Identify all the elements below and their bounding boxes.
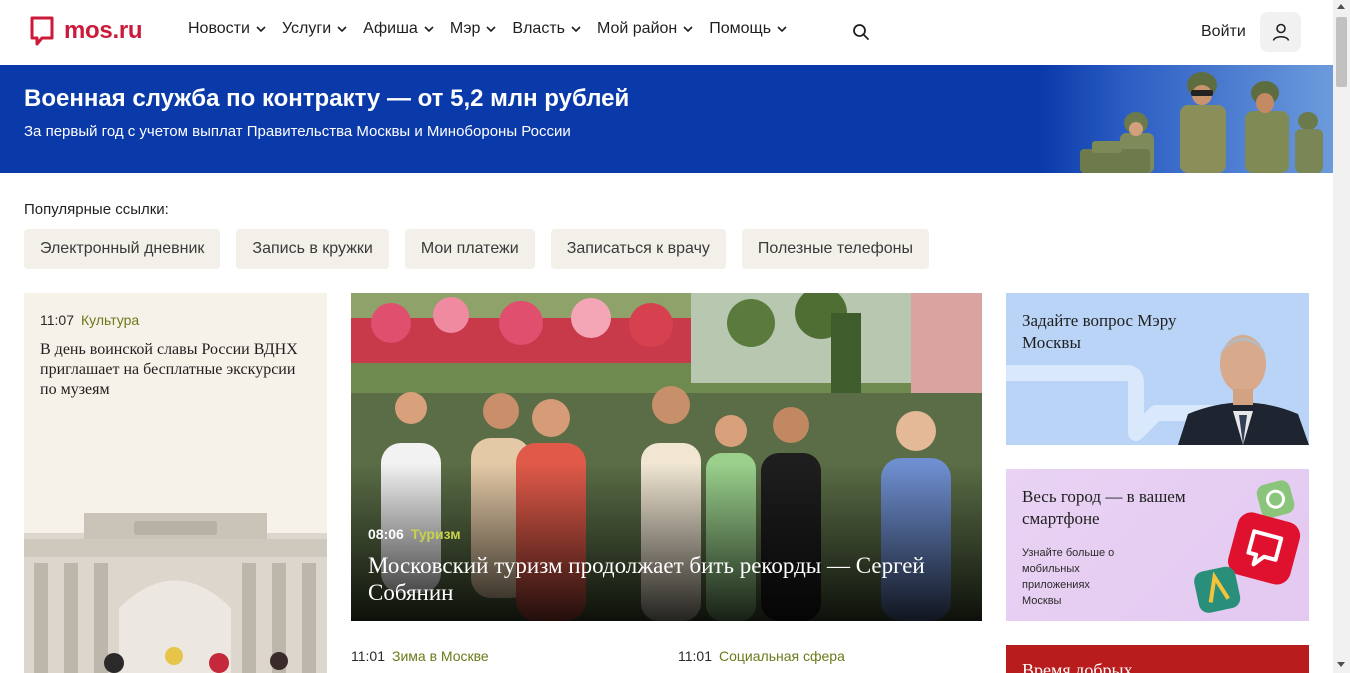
- logo-text: mos.ru: [64, 17, 143, 44]
- chevron-down-icon: [256, 26, 266, 33]
- nav-label: Мой район: [596, 20, 678, 37]
- nav-item-help[interactable]: Помощь: [709, 20, 787, 38]
- mobile-apps-title: Весь город — в вашем смартфоне: [1022, 487, 1186, 528]
- scroll-up-arrow-icon[interactable]: [1337, 4, 1345, 9]
- app-icons-illustration: [1194, 480, 1301, 613]
- nav-item-authority[interactable]: Власть: [512, 20, 581, 38]
- chevron-down-icon: [424, 26, 434, 33]
- good-deeds-card[interactable]: Время добрых: [1006, 645, 1309, 673]
- news-time: 11:01: [678, 648, 712, 664]
- nav-label: Афиша: [363, 20, 418, 37]
- popular-link-clubs[interactable]: Запись в кружки: [236, 229, 389, 269]
- site-header: mos.ru Новости Услуги Афиша Мэр Власть М…: [0, 0, 1333, 65]
- mobile-apps-subtitle: Узнайте больше о мобильных приложениях М…: [1022, 547, 1115, 607]
- popular-links: Электронный дневник Запись в кружки Мои …: [24, 229, 945, 269]
- news-meta: 11:07 Культура: [40, 312, 139, 328]
- nav-item-district[interactable]: Мой район: [597, 20, 693, 38]
- news-category[interactable]: Культура: [81, 312, 139, 328]
- nav-item-mayor[interactable]: Мэр: [450, 20, 497, 38]
- nav-label: Помощь: [709, 20, 772, 37]
- scroll-down-arrow-icon[interactable]: [1337, 662, 1345, 667]
- page-scrollbar[interactable]: [1333, 0, 1350, 673]
- news-meta: 08:06 Туризм: [368, 526, 461, 542]
- news-card-main[interactable]: 08:06 Туризм Московский туризм продолжает…: [351, 293, 982, 621]
- nav-item-services[interactable]: Услуги: [282, 20, 347, 38]
- mayor-portrait: [1178, 335, 1309, 445]
- news-category[interactable]: Туризм: [411, 526, 461, 542]
- vdnh-arch-photo: [24, 493, 327, 673]
- nav-label: Мэр: [449, 20, 481, 37]
- popular-link-phones[interactable]: Полезные телефоны: [741, 229, 929, 269]
- profile-button[interactable]: [1260, 12, 1301, 52]
- nav-item-news[interactable]: Новости: [188, 20, 266, 38]
- popular-links-label: Популярные ссылки:: [24, 201, 169, 218]
- news-time: 11:07: [40, 312, 74, 328]
- popular-link-diary[interactable]: Электронный дневник: [24, 229, 221, 269]
- nav-label: Новости: [188, 20, 250, 37]
- news-meta-winter: 11:01 Зима в Москве: [351, 648, 489, 664]
- main-nav: Новости Услуги Афиша Мэр Власть Мой райо…: [188, 20, 803, 38]
- banner-subtitle: За первый год с учетом выплат Правительс…: [24, 123, 571, 140]
- nav-label: Власть: [512, 20, 565, 37]
- mobile-apps-card[interactable]: Весь город — в вашем смартфоне Узнайте б…: [1006, 469, 1309, 621]
- ask-mayor-card[interactable]: Задайте вопрос Мэру Москвы: [1006, 293, 1309, 445]
- soldiers-illustration: [1040, 65, 1333, 173]
- popular-link-doctor[interactable]: Записаться к врачу: [550, 229, 726, 269]
- popular-link-payments[interactable]: Мои платежи: [404, 229, 535, 269]
- ask-mayor-title: Задайте вопрос Мэру Москвы: [1022, 311, 1177, 352]
- scroll-thumb[interactable]: [1336, 17, 1347, 87]
- news-category[interactable]: Зима в Москве: [392, 648, 489, 664]
- chevron-down-icon: [486, 26, 496, 33]
- news-time: 08:06: [368, 526, 404, 542]
- nav-label: Услуги: [281, 20, 332, 37]
- news-category[interactable]: Социальная сфера: [719, 648, 845, 664]
- promo-banner[interactable]: Военная служба по контракту — от 5,2 млн…: [0, 65, 1333, 173]
- user-icon: [1272, 23, 1289, 41]
- chevron-down-icon: [683, 26, 693, 33]
- chevron-down-icon: [777, 26, 787, 33]
- news-title: Московский туризм продолжает бить рекорд…: [368, 553, 925, 605]
- login-link[interactable]: Войти: [1201, 23, 1246, 41]
- good-deeds-title: Время добрых: [1022, 660, 1133, 673]
- news-time: 11:01: [351, 648, 385, 664]
- nav-item-afisha[interactable]: Афиша: [363, 20, 434, 38]
- news-meta-social: 11:01 Социальная сфера: [678, 648, 845, 664]
- logo-icon: [30, 16, 54, 46]
- search-icon[interactable]: [852, 23, 870, 41]
- chevron-down-icon: [337, 26, 347, 33]
- site-logo[interactable]: mos.ru: [30, 16, 143, 46]
- news-card-culture[interactable]: 11:07 Культура В день воинской славы Росс…: [24, 293, 327, 673]
- news-title: В день воинской славы России ВДНХ пригла…: [40, 341, 298, 398]
- chevron-down-icon: [571, 26, 581, 33]
- banner-title: Военная служба по контракту — от 5,2 млн…: [24, 85, 630, 112]
